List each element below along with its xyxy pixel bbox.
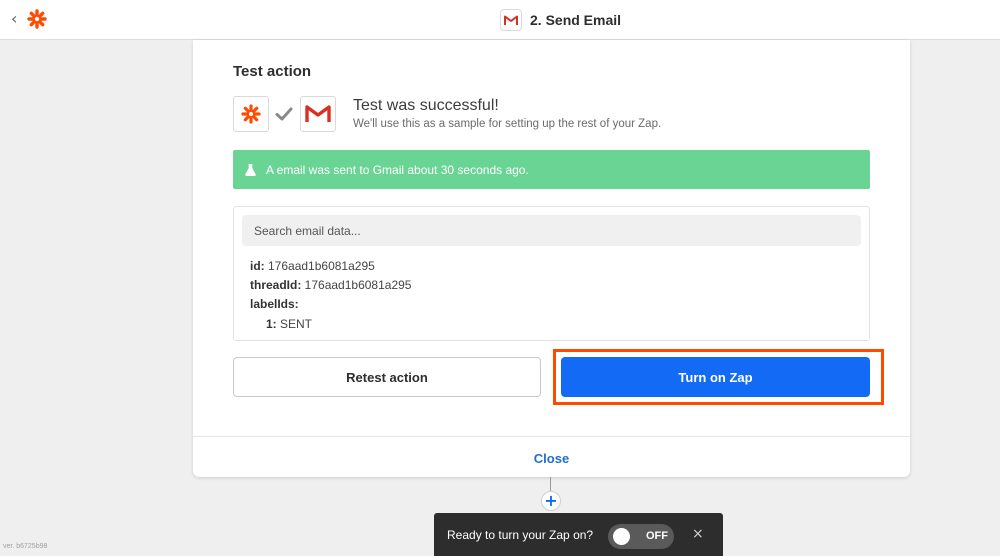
test-action-card: Test action Test was successful! We'll u… bbox=[193, 40, 910, 477]
close-icon[interactable]: × bbox=[692, 526, 704, 542]
toast-text: Ready to turn your Zap on? bbox=[447, 528, 594, 542]
success-subtitle: We'll use this as a sample for setting u… bbox=[353, 118, 662, 130]
step-title: 2. Send Email bbox=[500, 9, 621, 31]
search-email-data-input[interactable] bbox=[242, 215, 861, 246]
add-step-plus-icon[interactable]: + bbox=[541, 491, 561, 511]
toggle-knob bbox=[613, 528, 630, 545]
zapier-asterisk-icon[interactable] bbox=[27, 9, 47, 29]
step-connector-line bbox=[550, 477, 551, 491]
turn-on-zap-button[interactable]: Turn on Zap bbox=[561, 357, 870, 397]
section-title: Test action bbox=[233, 63, 312, 80]
zap-on-off-toggle[interactable]: OFF bbox=[608, 524, 674, 549]
toggle-label: OFF bbox=[646, 530, 668, 542]
top-bar: ‹ 2. Send Email bbox=[0, 0, 1000, 40]
card-divider bbox=[193, 436, 910, 437]
gmail-app-icon bbox=[300, 96, 336, 132]
gmail-icon bbox=[500, 9, 522, 31]
chevron-left-icon[interactable]: ‹ bbox=[11, 10, 23, 28]
email-data-panel: id: 176aad1b6081a295 threadId: 176aad1b6… bbox=[233, 206, 870, 341]
success-title: Test was successful! bbox=[353, 97, 499, 114]
data-row-label-ids: labelIds: bbox=[250, 297, 299, 311]
data-row-thread-id: threadId: 176aad1b6081a295 bbox=[250, 278, 412, 292]
close-button[interactable]: Close bbox=[193, 451, 910, 466]
data-row-label-1: 1: SENT bbox=[266, 317, 313, 331]
alert-text: A email was sent to Gmail about 30 secon… bbox=[266, 162, 529, 177]
success-alert: A email was sent to Gmail about 30 secon… bbox=[233, 150, 870, 189]
check-icon bbox=[275, 107, 293, 121]
zapier-app-icon bbox=[233, 96, 269, 132]
flask-icon bbox=[245, 163, 256, 176]
data-row-id: id: 176aad1b6081a295 bbox=[250, 259, 375, 273]
retest-action-button[interactable]: Retest action bbox=[233, 357, 541, 397]
step-title-text: 2. Send Email bbox=[530, 12, 622, 28]
version-label: ver. b6725b98 bbox=[3, 543, 48, 550]
turn-on-toast: Ready to turn your Zap on? OFF × bbox=[434, 513, 723, 556]
